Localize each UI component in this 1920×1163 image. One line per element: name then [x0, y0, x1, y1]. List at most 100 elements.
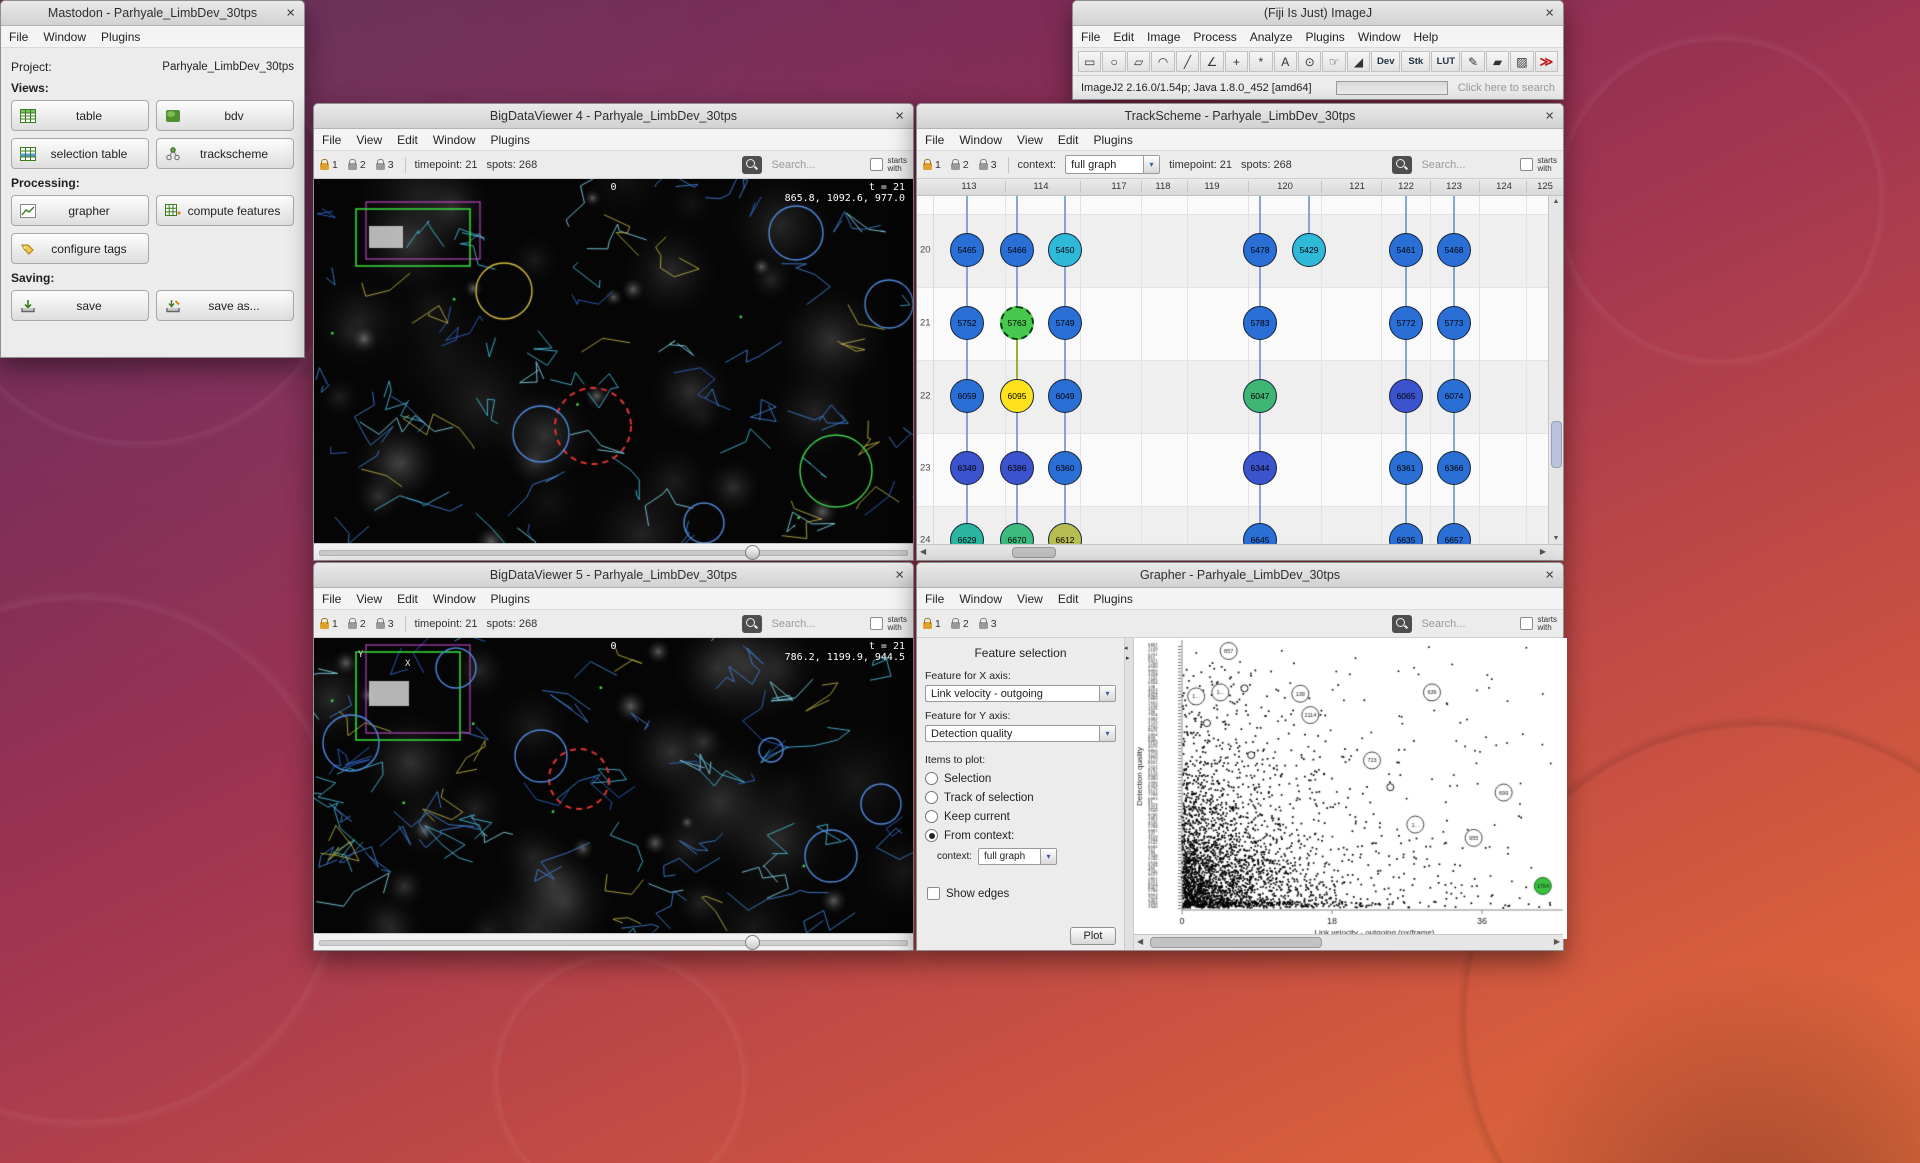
bdv4-titlebar[interactable]: BigDataViewer 4 - Parhyale_LimbDev_30tps…: [314, 104, 913, 129]
close-icon[interactable]: ×: [1545, 6, 1554, 21]
spot-5749[interactable]: 5749: [1048, 306, 1082, 340]
starts-with-checkbox[interactable]: [870, 158, 883, 171]
spot-5468[interactable]: 5468: [1437, 233, 1471, 267]
spot-5461[interactable]: 5461: [1389, 233, 1423, 267]
hscroll-thumb[interactable]: [1012, 547, 1056, 558]
close-icon[interactable]: ×: [895, 109, 904, 124]
menu-file[interactable]: File: [9, 30, 28, 44]
polygon-tool[interactable]: ▱: [1127, 51, 1150, 72]
mastodon-titlebar[interactable]: Mastodon - Parhyale_LimbDev_30tps ×: [1, 1, 304, 26]
spot-5465[interactable]: 5465: [950, 233, 984, 267]
search-icon[interactable]: [1392, 156, 1412, 174]
column-header-119[interactable]: 119: [1204, 181, 1219, 192]
lock-group-2[interactable]: 2: [348, 159, 366, 171]
spot-5752[interactable]: 5752: [950, 306, 984, 340]
scroll-down-icon[interactable]: ▼: [1549, 535, 1563, 542]
menu-plugins[interactable]: Plugins: [101, 30, 140, 44]
menu-file[interactable]: File: [1081, 30, 1100, 44]
wand-tool[interactable]: *: [1249, 51, 1272, 72]
stack-tool[interactable]: Stk: [1401, 51, 1430, 72]
lock-group-2[interactable]: 2: [348, 618, 366, 630]
imagej-titlebar[interactable]: (Fiji Is Just) ImageJ ×: [1073, 1, 1563, 26]
starts-with-toggle[interactable]: starts with: [1520, 157, 1557, 173]
search-input[interactable]: Search...: [1421, 159, 1511, 171]
spot-6047[interactable]: 6047: [1243, 379, 1277, 413]
spot-6360[interactable]: 6360: [1048, 451, 1082, 485]
menu-window[interactable]: Window: [433, 133, 476, 147]
oval-tool[interactable]: ○: [1102, 51, 1125, 72]
search-icon[interactable]: [742, 615, 762, 633]
selection-table-button[interactable]: selection table: [11, 138, 149, 169]
menu-plugins[interactable]: Plugins: [491, 133, 530, 147]
menu-edit[interactable]: Edit: [397, 592, 418, 606]
menu-view[interactable]: View: [356, 592, 382, 606]
trackscheme-vscrollbar[interactable]: ▲▼: [1548, 196, 1563, 544]
save-button[interactable]: save: [11, 290, 149, 321]
configure-tags-button[interactable]: configure tags: [11, 233, 149, 264]
spot-6361[interactable]: 6361: [1389, 451, 1423, 485]
starts-with-checkbox[interactable]: [1520, 158, 1533, 171]
save-as-button[interactable]: save as...: [156, 290, 294, 321]
radio-track-of-selection[interactable]: Track of selection: [925, 791, 1116, 804]
lock-group-2[interactable]: 2: [951, 618, 969, 630]
scroll-right-icon[interactable]: ▶: [1540, 547, 1546, 556]
menu-help[interactable]: Help: [1414, 30, 1439, 44]
freehand-tool[interactable]: ◠: [1151, 51, 1174, 72]
bdv5-canvas[interactable]: [314, 638, 913, 933]
menu-file[interactable]: File: [322, 592, 341, 606]
menu-view[interactable]: View: [1017, 592, 1043, 606]
lock-group-2[interactable]: 2: [951, 159, 969, 171]
spot-6065[interactable]: 6065: [1389, 379, 1423, 413]
scroll-left-icon[interactable]: ◀: [920, 547, 926, 556]
trackscheme-graph-area[interactable]: 2021222324546554665450547854295461546857…: [917, 196, 1563, 544]
spot-6349[interactable]: 6349: [950, 451, 984, 485]
menu-view[interactable]: View: [1017, 133, 1043, 147]
close-icon[interactable]: ×: [286, 6, 295, 21]
lock-group-3[interactable]: 3: [376, 159, 394, 171]
starts-with-toggle[interactable]: starts with: [1520, 616, 1557, 632]
menu-view[interactable]: View: [356, 133, 382, 147]
compute-features-button[interactable]: compute features: [156, 195, 294, 226]
column-header-118[interactable]: 118: [1155, 181, 1170, 192]
spot-5783[interactable]: 5783: [1243, 306, 1277, 340]
menu-plugins[interactable]: Plugins: [1305, 30, 1344, 44]
spot-6386[interactable]: 6386: [1000, 451, 1034, 485]
column-header-121[interactable]: 121: [1349, 181, 1365, 192]
column-header-125[interactable]: 125: [1537, 181, 1553, 192]
line-tool[interactable]: ╱: [1176, 51, 1199, 72]
color-picker-tool[interactable]: ◢: [1347, 51, 1370, 72]
starts-with-toggle[interactable]: starts with: [870, 157, 907, 173]
menu-window[interactable]: Window: [43, 30, 86, 44]
panel-splitter[interactable]: [1124, 638, 1134, 950]
spot-6095[interactable]: 6095: [1000, 379, 1034, 413]
column-header-117[interactable]: 117: [1111, 181, 1126, 192]
vscroll-thumb[interactable]: [1551, 421, 1562, 468]
scroll-up-icon[interactable]: ▲: [1549, 198, 1563, 205]
flood-fill-tool[interactable]: ▨: [1510, 51, 1533, 72]
angle-tool[interactable]: ∠: [1200, 51, 1223, 72]
close-icon[interactable]: ×: [1545, 109, 1554, 124]
trackscheme-hscrollbar[interactable]: ◀ ▶: [917, 544, 1563, 560]
more-tools[interactable]: ≫: [1535, 51, 1558, 72]
imagej-search-hint[interactable]: Click here to search: [1458, 82, 1555, 94]
spot-6059[interactable]: 6059: [950, 379, 984, 413]
starts-with-toggle[interactable]: starts with: [870, 616, 907, 632]
radio-from-context[interactable]: From context:: [925, 829, 1116, 842]
x-axis-feature-dropdown[interactable]: Link velocity - outgoing: [925, 685, 1116, 702]
menu-file[interactable]: File: [322, 133, 341, 147]
trackscheme-button[interactable]: trackscheme: [156, 138, 294, 169]
scroll-left-icon[interactable]: ◀: [1137, 937, 1143, 946]
menu-window[interactable]: Window: [959, 592, 1002, 606]
spot-6344[interactable]: 6344: [1243, 451, 1277, 485]
table-button[interactable]: table: [11, 100, 149, 131]
menu-window[interactable]: Window: [433, 592, 476, 606]
spot-5772[interactable]: 5772: [1389, 306, 1423, 340]
trackscheme-titlebar[interactable]: TrackScheme - Parhyale_LimbDev_30tps ×: [917, 104, 1563, 129]
search-input[interactable]: Search...: [771, 618, 861, 630]
spot-5478[interactable]: 5478: [1243, 233, 1277, 267]
radio-keep-current[interactable]: Keep current: [925, 810, 1116, 823]
bdv-button[interactable]: bdv: [156, 100, 294, 131]
starts-with-checkbox[interactable]: [1520, 617, 1533, 630]
lock-group-3[interactable]: 3: [376, 618, 394, 630]
spot-6074[interactable]: 6074: [1437, 379, 1471, 413]
